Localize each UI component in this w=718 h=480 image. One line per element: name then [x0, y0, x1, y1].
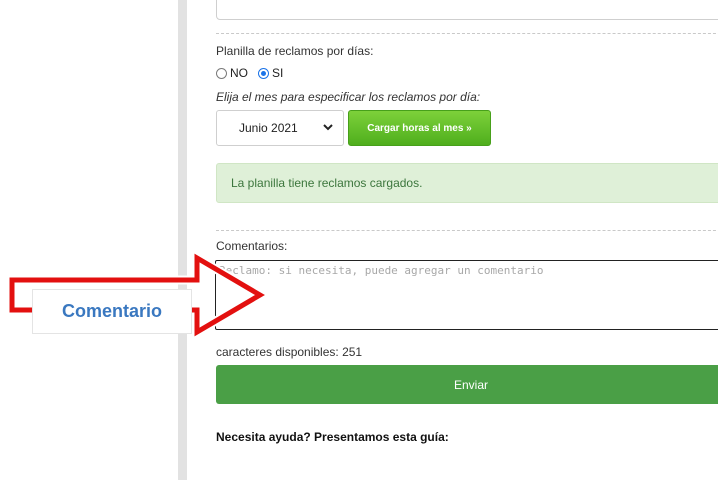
callout-label: Comentario	[32, 289, 192, 334]
callout-arrow	[7, 250, 269, 340]
